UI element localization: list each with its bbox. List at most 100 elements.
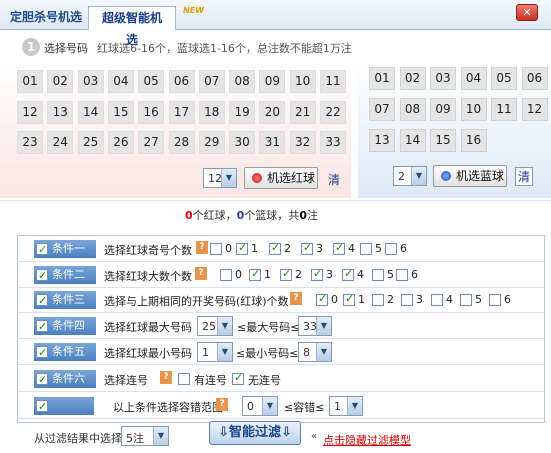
red-ball[interactable]: 24 <box>47 131 74 154</box>
red-ball[interactable]: 21 <box>289 100 316 124</box>
blue-ball[interactable]: 02 <box>399 67 426 90</box>
option-checkbox[interactable] <box>489 294 501 306</box>
max-select[interactable]: 33 ▼ <box>298 316 332 336</box>
blue-ball[interactable]: 09 <box>430 98 456 121</box>
help-icon[interactable]: ? <box>196 241 208 254</box>
red-ball[interactable]: 09 <box>259 70 286 93</box>
red-ball[interactable]: 13 <box>47 100 74 124</box>
option-checkbox[interactable] <box>401 294 413 306</box>
option-checkbox[interactable] <box>372 294 384 306</box>
condition-toggle-checkbox[interactable] <box>36 344 48 362</box>
tolerance-tag[interactable] <box>34 397 94 416</box>
condition-tag[interactable]: 条件三 <box>34 291 96 310</box>
red-ball[interactable]: 19 <box>229 100 256 124</box>
red-ball[interactable]: 18 <box>198 100 225 124</box>
blue-ball[interactable]: 03 <box>430 67 456 90</box>
blue-ball[interactable]: 10 <box>460 98 487 121</box>
red-ball[interactable]: 30 <box>229 131 256 154</box>
option-checkbox[interactable] <box>249 267 261 281</box>
option-checkbox[interactable] <box>236 241 248 255</box>
option-checkbox[interactable] <box>333 241 345 255</box>
red-ball[interactable]: 01 <box>17 70 43 93</box>
option-checkbox[interactable] <box>280 267 292 281</box>
option-checkbox[interactable] <box>396 269 408 281</box>
red-ball[interactable]: 20 <box>259 100 286 124</box>
red-ball[interactable]: 26 <box>107 131 134 154</box>
red-ball[interactable]: 16 <box>138 100 165 124</box>
red-ball[interactable]: 07 <box>198 70 225 93</box>
help-icon[interactable]: ? <box>195 267 207 280</box>
blue-ball[interactable]: 13 <box>369 129 395 152</box>
red-ball[interactable]: 32 <box>289 131 316 154</box>
blue-ball[interactable]: 11 <box>491 98 517 121</box>
condition-toggle-checkbox[interactable] <box>36 292 48 310</box>
condition-tag[interactable]: 条件四 <box>34 317 96 336</box>
blue-ball[interactable]: 12 <box>521 98 548 121</box>
red-ball[interactable]: 14 <box>77 100 104 124</box>
min-select[interactable]: 1 ▼ <box>197 342 233 362</box>
option-checkbox[interactable] <box>360 243 372 255</box>
option-checkbox[interactable] <box>220 269 232 281</box>
blue-ball[interactable]: 14 <box>399 129 426 152</box>
random-red-button[interactable]: 机选红球 <box>244 167 318 189</box>
result-count-select[interactable]: 5注 ▼ <box>121 426 169 446</box>
red-ball[interactable]: 12 <box>17 100 43 124</box>
close-button[interactable]: ✕ <box>516 4 538 21</box>
help-icon[interactable]: ? <box>216 398 228 411</box>
min-select[interactable]: 25 ▼ <box>197 316 233 336</box>
red-ball[interactable]: 15 <box>107 100 134 124</box>
clear-red-button[interactable]: 清 <box>328 171 340 188</box>
blue-ball[interactable]: 07 <box>369 98 395 121</box>
tab-dingdan[interactable]: 定胆杀号机选 <box>2 6 90 30</box>
red-ball[interactable]: 03 <box>77 70 104 93</box>
help-icon[interactable]: ? <box>160 371 172 384</box>
option-checkbox[interactable] <box>372 269 384 281</box>
red-ball[interactable]: 08 <box>229 70 256 93</box>
no-consecutive-checkbox[interactable] <box>232 371 244 385</box>
red-ball[interactable]: 06 <box>168 70 195 93</box>
red-ball[interactable]: 29 <box>198 131 225 154</box>
red-ball[interactable]: 31 <box>259 131 286 154</box>
tolerance-toggle-checkbox[interactable] <box>36 398 48 416</box>
option-checkbox[interactable] <box>316 292 328 306</box>
red-ball[interactable]: 23 <box>17 131 43 154</box>
condition-toggle-checkbox[interactable] <box>36 371 48 389</box>
help-icon[interactable]: ? <box>290 292 302 305</box>
red-ball[interactable]: 25 <box>77 131 104 154</box>
blue-ball[interactable]: 06 <box>521 67 548 90</box>
max-select[interactable]: 8 ▼ <box>298 342 332 362</box>
red-ball[interactable]: 11 <box>320 70 346 93</box>
red-ball[interactable]: 27 <box>138 131 165 154</box>
condition-tag[interactable]: 条件六 <box>34 370 96 389</box>
option-checkbox[interactable] <box>385 243 397 255</box>
smart-filter-button[interactable]: ⇩智能过滤⇩ <box>209 421 301 445</box>
blue-ball[interactable]: 16 <box>460 129 487 152</box>
red-ball[interactable]: 33 <box>320 131 346 154</box>
condition-toggle-checkbox[interactable] <box>36 267 48 285</box>
red-ball[interactable]: 02 <box>47 70 74 93</box>
max-select[interactable]: 1 ▼ <box>329 396 363 416</box>
blue-ball[interactable]: 15 <box>430 129 456 152</box>
red-ball[interactable]: 10 <box>289 70 316 93</box>
blue-ball[interactable]: 05 <box>491 67 517 90</box>
option-checkbox[interactable] <box>342 267 354 281</box>
blue-count-select[interactable]: 2 ▼ <box>393 166 427 186</box>
option-checkbox[interactable] <box>301 241 313 255</box>
condition-toggle-checkbox[interactable] <box>36 318 48 336</box>
option-checkbox[interactable] <box>343 292 355 306</box>
red-ball[interactable]: 22 <box>320 100 346 124</box>
condition-tag[interactable]: 条件一 <box>34 240 96 259</box>
red-ball[interactable]: 05 <box>138 70 165 93</box>
blue-ball[interactable]: 08 <box>399 98 426 121</box>
tab-super-smart[interactable]: 超级智能机选 <box>88 6 176 47</box>
red-count-select[interactable]: 12 ▼ <box>203 168 237 188</box>
option-checkbox[interactable] <box>210 243 222 255</box>
condition-tag[interactable]: 条件二 <box>34 266 96 285</box>
red-ball[interactable]: 04 <box>107 70 134 93</box>
red-ball[interactable]: 28 <box>168 131 195 154</box>
option-checkbox[interactable] <box>311 267 323 281</box>
option-checkbox[interactable] <box>460 294 472 306</box>
option-checkbox[interactable] <box>269 241 281 255</box>
hide-filter-model-link[interactable]: 点击隐藏过滤模型 <box>323 432 411 448</box>
blue-ball[interactable]: 04 <box>460 67 487 90</box>
